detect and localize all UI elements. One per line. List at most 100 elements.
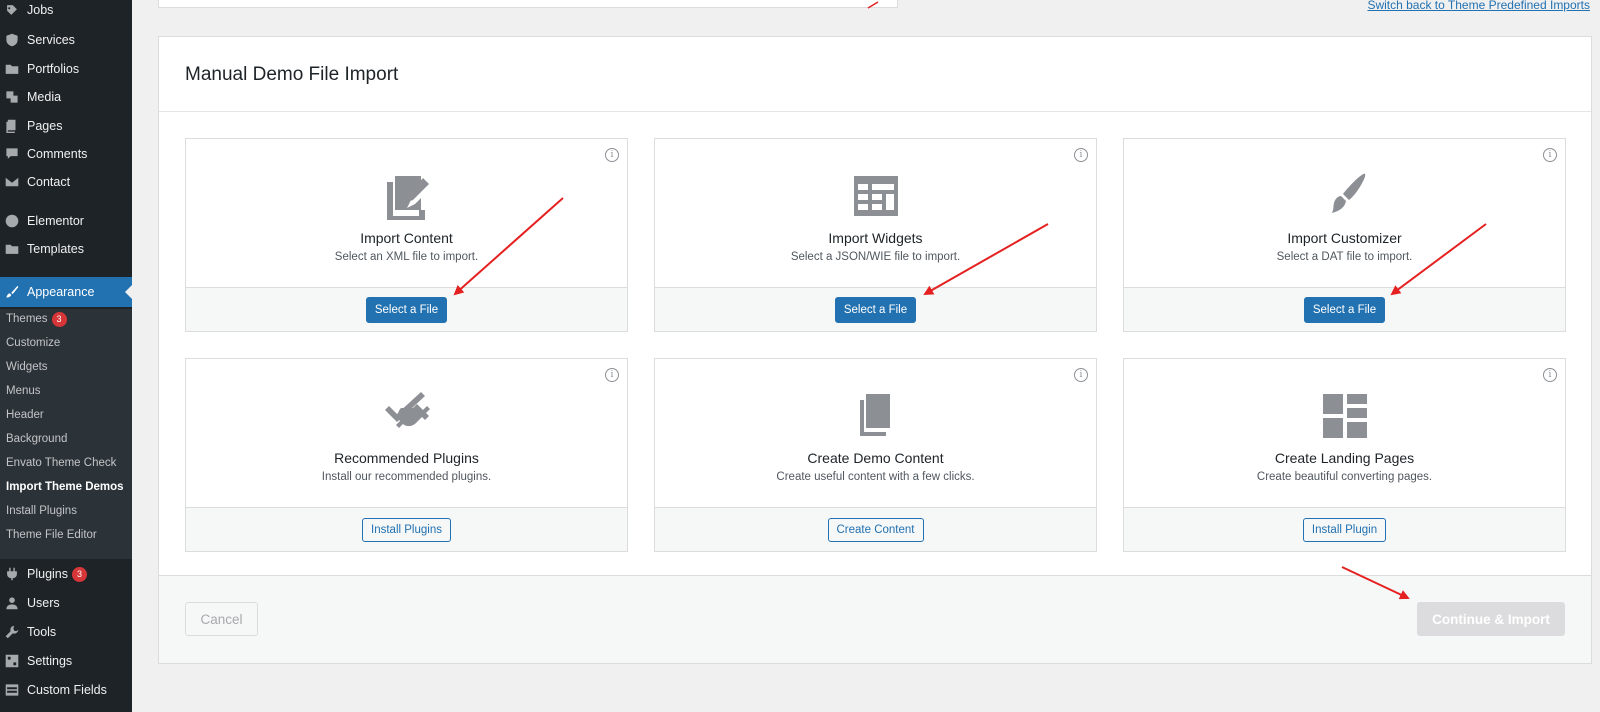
select-dat-file-button[interactable]: Select a File [1303, 296, 1386, 323]
submenu-item-label: Install Plugins [6, 505, 77, 517]
submenu-item-widgets[interactable]: Widgets [6, 357, 48, 377]
sidebar-item-media[interactable]: Media [0, 83, 132, 111]
admin-sidebar: Jobs Services Portfolios Media Pages Com… [0, 0, 132, 712]
sidebar-item-label: Appearance [27, 285, 95, 299]
submenu-item-themes[interactable]: Themes 3 [6, 309, 67, 329]
submenu-item-customize[interactable]: Customize [6, 333, 60, 353]
info-icon[interactable]: i [605, 368, 619, 382]
card-title: Import Widgets [828, 230, 923, 246]
table-icon [5, 683, 19, 697]
sidebar-item-label: Templates [27, 242, 84, 256]
submenu-item-import-theme-demos[interactable]: Import Theme Demos [6, 477, 124, 497]
edit-page-icon [383, 172, 431, 222]
card-title: Create Landing Pages [1274, 450, 1415, 466]
info-icon[interactable]: i [1074, 148, 1088, 162]
sidebar-item-label: Settings [27, 654, 73, 668]
manual-import-panel: Manual Demo File Import i Import Content… [158, 36, 1592, 664]
card-footer: Select a File [186, 287, 627, 331]
update-count-badge: 3 [51, 311, 67, 327]
pages-icon [5, 119, 19, 133]
sidebar-item-elementor[interactable]: Elementor [0, 207, 132, 235]
sidebar-item-label: Services [27, 33, 75, 47]
folder-icon [5, 242, 19, 256]
submenu-item-header[interactable]: Header [6, 405, 44, 425]
info-icon[interactable]: i [1074, 368, 1088, 382]
info-icon[interactable]: i [605, 148, 619, 162]
update-count-badge: 3 [72, 566, 87, 582]
cancel-button[interactable]: Cancel [185, 602, 258, 636]
import-content-card: i Import Content Select an XML file to i… [185, 138, 628, 332]
sidebar-item-label: Users [27, 596, 60, 610]
card-title: Import Content [360, 230, 453, 246]
sidebar-item-label: Portfolios [27, 62, 80, 76]
sidebar-item-label: Contact [27, 175, 71, 189]
sidebar-item-contact[interactable]: Contact [0, 168, 132, 196]
info-icon[interactable]: i [1543, 368, 1557, 382]
layout-icon [1321, 392, 1369, 440]
select-json-file-button[interactable]: Select a File [834, 296, 917, 323]
card-title: Import Customizer [1287, 230, 1402, 246]
sidebar-item-users[interactable]: Users [0, 589, 132, 617]
plugin-icon [5, 567, 19, 581]
comment-icon [5, 147, 19, 161]
panel-footer: Cancel Continue & Import [159, 575, 1591, 663]
plugin-icon [383, 392, 431, 440]
card-description: Install our recommended plugins. [321, 471, 492, 483]
widgets-icon [852, 172, 900, 220]
jobs-icon [5, 3, 19, 17]
brush-icon [5, 285, 19, 299]
wrench-icon [5, 625, 19, 639]
sidebar-item-label: Comments [27, 147, 88, 161]
card-title: Create Demo Content [807, 450, 944, 466]
card-description: Select a JSON/WIE file to import. [790, 251, 961, 263]
card-description: Select a DAT file to import. [1276, 251, 1413, 263]
sidebar-item-tools[interactable]: Tools [0, 618, 132, 646]
submenu-item-label: Theme File Editor [6, 529, 97, 541]
appearance-submenu: Themes 3 Customize Widgets Menus Header B… [0, 309, 132, 559]
settings-icon [5, 654, 19, 668]
submenu-item-label: Widgets [6, 361, 48, 373]
card-footer: Install Plugins [186, 507, 627, 551]
card-footer: Install Plugin [1124, 507, 1565, 551]
create-landing-pages-card: i Create Landing Pages Create beautiful … [1123, 358, 1566, 552]
card-description: Create beautiful converting pages. [1256, 471, 1433, 483]
card-footer: Select a File [655, 287, 1096, 331]
submenu-item-background[interactable]: Background [6, 429, 67, 449]
sidebar-item-portfolios[interactable]: Portfolios [0, 55, 132, 83]
submenu-item-label: Header [6, 409, 44, 421]
sidebar-item-comments[interactable]: Comments [0, 140, 132, 168]
sidebar-item-custom-fields[interactable]: Custom Fields [0, 676, 132, 704]
info-icon[interactable]: i [1543, 148, 1557, 162]
sidebar-item-services[interactable]: Services [0, 26, 132, 54]
select-xml-file-button[interactable]: Select a File [365, 296, 448, 323]
submenu-item-label: Themes [6, 313, 48, 325]
sidebar-item-label: Tools [27, 625, 57, 639]
submenu-item-theme-file-editor[interactable]: Theme File Editor [6, 525, 97, 545]
sidebar-item-label: Custom Fields [27, 683, 107, 697]
sidebar-item-pages[interactable]: Pages [0, 112, 132, 140]
submenu-item-envato-theme-check[interactable]: Envato Theme Check [6, 453, 116, 473]
recommended-plugins-card: i Recommended Plugins Install our recomm… [185, 358, 628, 552]
pages-icon [852, 392, 900, 440]
sidebar-item-plugins[interactable]: Plugins 3 [0, 560, 132, 588]
card-description: Create useful content with a few clicks. [776, 471, 975, 483]
elementor-icon [5, 214, 19, 228]
sidebar-item-label: Media [27, 90, 62, 104]
submenu-item-label: Menus [6, 385, 41, 397]
submenu-item-label: Envato Theme Check [6, 457, 117, 469]
card-footer: Create Content [655, 507, 1096, 551]
switch-back-link[interactable]: Switch back to Theme Predefined Imports [1367, 0, 1590, 12]
sidebar-item-templates[interactable]: Templates [0, 235, 132, 263]
install-plugins-button[interactable]: Install Plugins [362, 517, 451, 542]
sidebar-item-settings[interactable]: Settings [0, 647, 132, 675]
submenu-item-menus[interactable]: Menus [6, 381, 41, 401]
folder-icon [5, 62, 19, 76]
submenu-item-install-plugins[interactable]: Install Plugins [6, 501, 77, 521]
page-title: Manual Demo File Import [185, 64, 399, 85]
sidebar-item-appearance[interactable]: Appearance [0, 277, 132, 307]
previous-panel-edge [158, 0, 898, 8]
create-content-button[interactable]: Create Content [827, 517, 924, 542]
install-plugin-button[interactable]: Install Plugin [1302, 517, 1387, 542]
sidebar-item-jobs[interactable]: Jobs [0, 0, 132, 24]
continue-import-button[interactable]: Continue & Import [1417, 602, 1565, 636]
